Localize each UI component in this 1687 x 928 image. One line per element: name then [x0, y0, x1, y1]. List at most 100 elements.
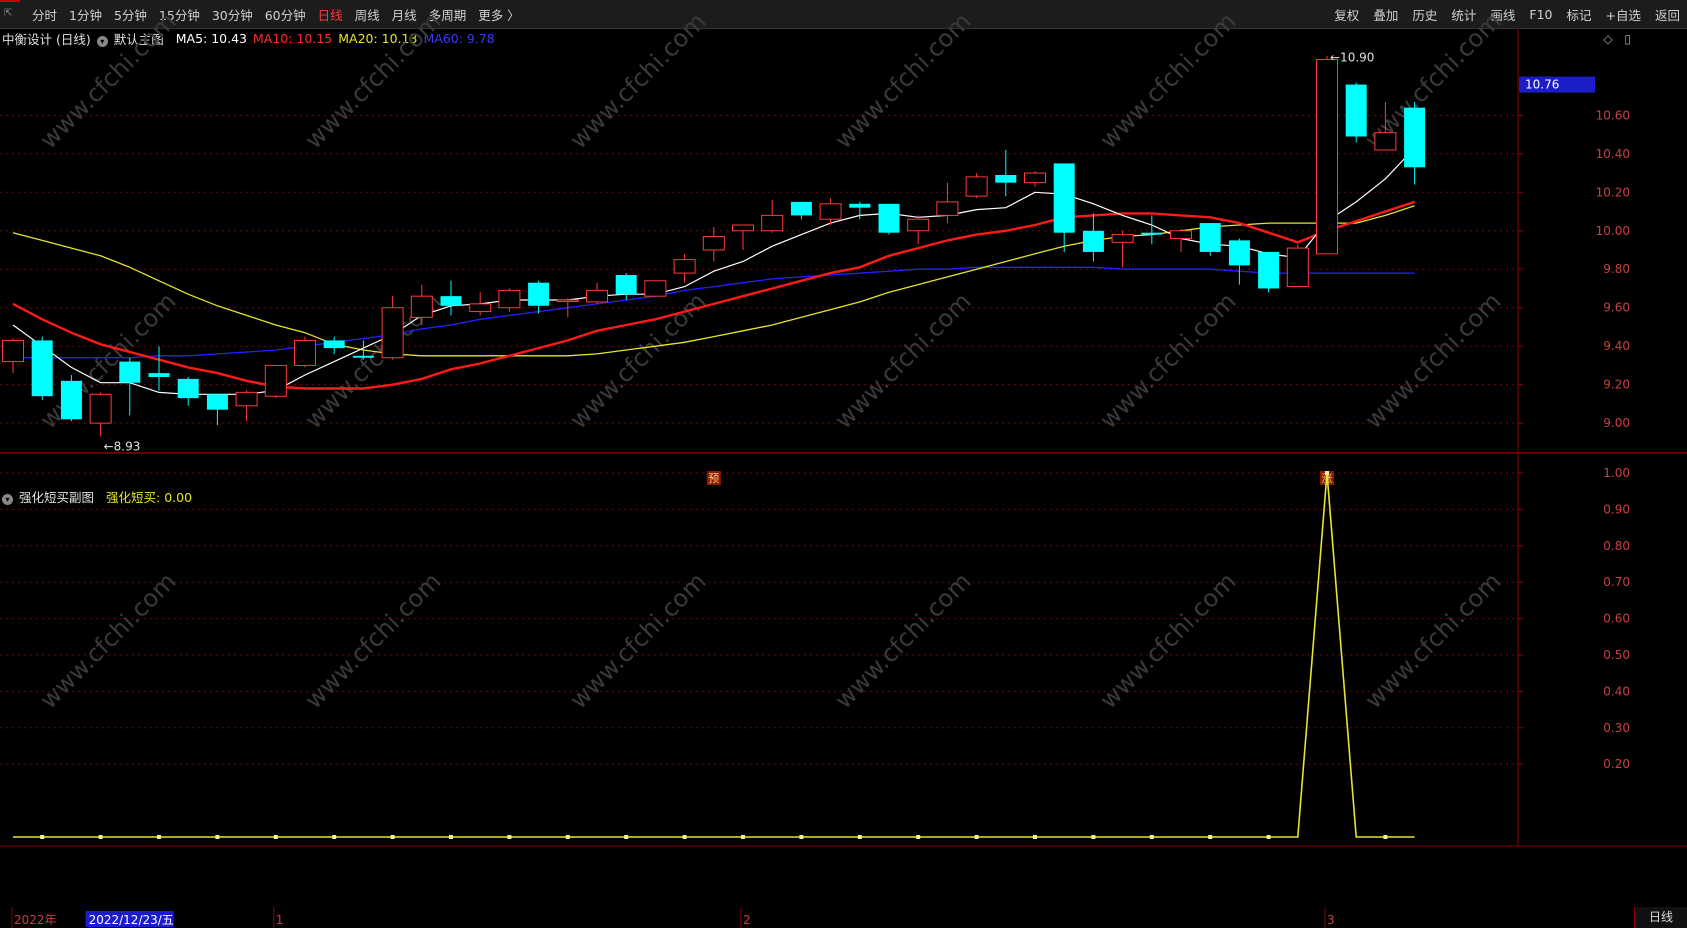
candle-body — [2, 339, 24, 363]
candle-body — [1141, 232, 1163, 235]
candle-body — [878, 203, 900, 233]
candle-body — [1024, 172, 1046, 184]
indicator-point — [799, 835, 804, 839]
watermark-text: www.cfchi.com — [829, 567, 976, 714]
candle-body — [1170, 230, 1192, 239]
indicator-point — [98, 835, 103, 839]
price-tick-label: 10.00 — [1596, 224, 1630, 238]
indicator-point — [916, 835, 921, 839]
watermark-text: www.cfchi.com — [1094, 7, 1241, 154]
price-tick-label: 9.00 — [1603, 416, 1630, 430]
candle-body — [556, 299, 579, 303]
watermark-text: www.cfchi.com — [1094, 567, 1241, 714]
indicator-tick-label: 0.20 — [1603, 757, 1630, 771]
period-bottom-tab[interactable]: 日线 — [1634, 907, 1687, 928]
candle-body — [89, 393, 112, 424]
indicator-point — [1033, 835, 1037, 839]
candle-body — [323, 340, 345, 349]
indicator-point — [624, 835, 629, 839]
indicator-point — [1208, 835, 1213, 839]
candle-body — [819, 203, 842, 220]
price-tick-label: 9.60 — [1603, 301, 1630, 315]
candle-body — [907, 218, 930, 232]
candle-body — [206, 394, 228, 410]
indicator-point — [332, 835, 337, 839]
candle-body — [469, 303, 492, 313]
kline-chart[interactable]: www.cfchi.com www.cfchi.com www.cfchi.com w… — [0, 0, 1687, 928]
watermark-text: www.cfchi.com — [34, 567, 181, 714]
cursor-date-label: 2022/12/23/五 — [89, 913, 174, 927]
candle-body — [498, 289, 521, 309]
candle-body — [381, 307, 404, 359]
candle-body — [849, 203, 871, 208]
time-tick-label: 2 — [743, 913, 751, 927]
price-tick-label: 9.20 — [1603, 378, 1630, 392]
candle-body — [440, 296, 462, 306]
candle-body — [1199, 223, 1221, 252]
indicator-tick-label: 0.30 — [1603, 721, 1630, 735]
price-tick-label: 9.80 — [1603, 262, 1630, 276]
time-tick-label: 2022年 — [14, 913, 57, 927]
watermark-text: www.cfchi.com — [1094, 287, 1241, 434]
indicator-point — [215, 835, 220, 839]
current-price-label: 10.76 — [1525, 78, 1559, 92]
candle-body — [790, 201, 812, 216]
indicator-point — [273, 835, 278, 839]
candle-body — [732, 224, 754, 232]
extreme-price-annotation: ←8.93 — [104, 440, 141, 454]
candle-body — [1374, 132, 1397, 151]
candle-body — [644, 280, 667, 297]
candle-body — [936, 201, 959, 216]
candle-body — [177, 378, 199, 399]
extreme-price-annotation: ←10.90 — [1330, 51, 1374, 65]
ma5-line — [12, 147, 1416, 395]
candle-body — [761, 214, 784, 232]
candle-body — [1404, 107, 1426, 168]
price-tick-label: 10.20 — [1596, 185, 1630, 199]
candle-body — [119, 361, 141, 383]
indicator-point — [565, 835, 570, 839]
price-tick-label: 10.40 — [1596, 147, 1630, 161]
candle-body — [1053, 163, 1075, 233]
indicator-point — [1149, 835, 1154, 839]
indicator-point — [1325, 471, 1329, 475]
indicator-tick-label: 0.40 — [1603, 684, 1630, 698]
indicator-point — [40, 835, 45, 839]
candle-body — [1111, 234, 1134, 243]
candle-body — [294, 339, 316, 366]
watermark-text: www.cfchi.com — [564, 7, 711, 154]
candle-body — [1316, 59, 1338, 255]
indicator-point — [1383, 835, 1388, 839]
candle-body — [615, 275, 637, 295]
watermark-text: www.cfchi.com — [1359, 567, 1506, 714]
indicator-tick-label: 0.50 — [1603, 648, 1630, 662]
watermark-text: www.cfchi.com — [829, 287, 976, 434]
candle-body — [410, 295, 433, 318]
indicator-tick-label: 0.90 — [1603, 502, 1630, 516]
watermark-text: www.cfchi.com — [299, 567, 446, 714]
time-tick-label: 3 — [1327, 913, 1335, 927]
indicator-point — [449, 835, 453, 839]
candle-body — [702, 236, 725, 251]
candle-body — [1345, 84, 1367, 137]
indicator-point — [507, 835, 512, 839]
candle-body — [31, 340, 53, 397]
indicator-point — [1266, 835, 1271, 839]
watermark-text: www.cfchi.com — [564, 567, 711, 714]
candle-body — [1258, 251, 1280, 289]
indicator-point — [390, 835, 395, 839]
candle-body — [264, 364, 287, 397]
time-tick-label: 1 — [276, 913, 284, 927]
price-tick-label: 10.60 — [1596, 108, 1630, 122]
candle-body — [235, 391, 258, 407]
indicator-point — [741, 835, 745, 839]
indicator-point — [682, 835, 687, 839]
indicator-point — [157, 835, 161, 839]
indicator-tick-label: 0.80 — [1603, 539, 1630, 553]
candle-body — [586, 289, 608, 303]
candle-body — [965, 176, 988, 197]
indicator-tick-label: 0.60 — [1603, 612, 1630, 626]
watermark-text: www.cfchi.com — [829, 7, 976, 154]
indicator-point — [974, 835, 979, 839]
candle-body — [995, 174, 1017, 183]
